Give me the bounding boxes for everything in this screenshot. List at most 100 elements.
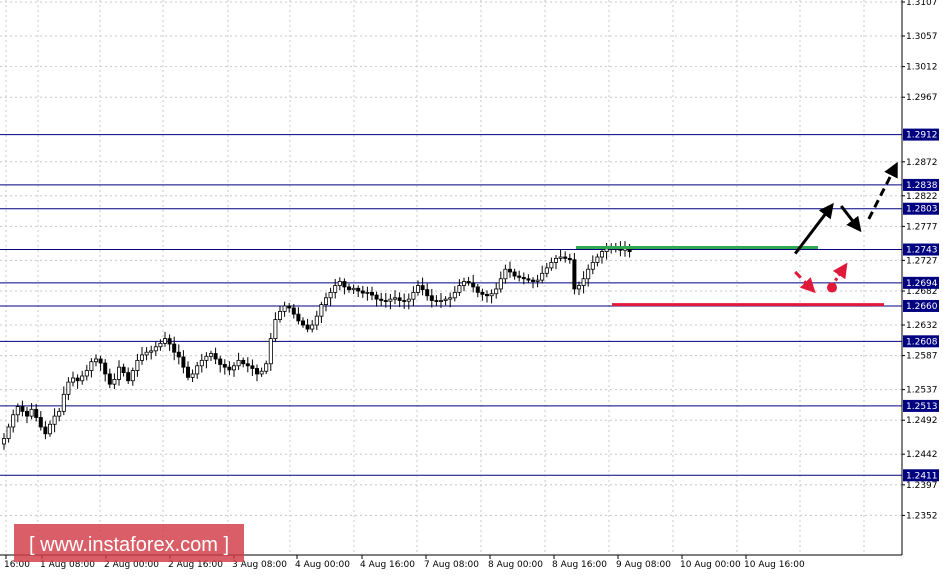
candle-body <box>149 350 154 353</box>
candle-body <box>190 373 195 378</box>
candle-body <box>2 438 7 445</box>
candle-body <box>494 288 499 295</box>
candle-body <box>185 366 190 378</box>
level-label: 1.2411 <box>906 471 938 481</box>
time-tick-label: 10 Aug 00:00 <box>680 560 741 570</box>
candle-body <box>457 285 462 293</box>
candle-body <box>84 370 89 377</box>
candle-body <box>126 372 131 382</box>
candle-body <box>356 287 361 292</box>
candle-body <box>507 268 512 273</box>
candle-body <box>489 293 494 297</box>
price-tick-label: 1.2822 <box>906 192 938 202</box>
candle-body <box>415 285 420 293</box>
watermark-text: [ www.instaforex.com ] <box>29 534 229 556</box>
candle-body <box>43 426 48 435</box>
price-tick-label: 1.3012 <box>906 63 938 73</box>
price-tick-label: 1.3107 <box>906 0 938 8</box>
level-label: 1.2838 <box>906 181 938 191</box>
time-tick-label: 9 Aug 08:00 <box>616 560 671 570</box>
candle-body <box>503 268 508 280</box>
candle-body <box>117 366 122 380</box>
candle-body <box>38 417 43 428</box>
candle-body <box>296 313 301 322</box>
candle-body <box>75 377 80 382</box>
level-label: 1.2694 <box>906 279 938 289</box>
price-chart: 1.3107 1.3057 1.3012 1.2967 1.2872 1.2822 1.27… <box>0 0 943 575</box>
time-tick-label: 4 Aug 16:00 <box>360 560 415 570</box>
price-tick-label: 1.2492 <box>906 416 938 426</box>
candle-body <box>554 257 559 263</box>
candle-body <box>20 406 25 412</box>
candle-body <box>241 359 246 365</box>
candle-body <box>420 285 425 291</box>
price-tick-label: 1.3057 <box>906 32 938 42</box>
candle-body <box>181 356 186 368</box>
candle-body <box>406 298 411 302</box>
candle-body <box>250 365 255 369</box>
candle-body <box>535 279 540 282</box>
candle-body <box>11 414 16 428</box>
price-tick-label: 1.2727 <box>906 256 938 266</box>
candle-body <box>199 359 204 367</box>
candle-body <box>259 370 264 375</box>
candle-body <box>268 338 273 365</box>
candle-body <box>351 287 356 291</box>
candle-body <box>563 256 568 259</box>
candle-body <box>480 291 485 295</box>
candle-body <box>34 408 39 418</box>
candle-body <box>282 305 287 312</box>
candle-body <box>231 365 236 371</box>
price-tick-label: 1.2777 <box>906 222 938 232</box>
candle-body <box>323 297 328 305</box>
candle-body <box>544 267 549 274</box>
candle-body <box>498 278 503 290</box>
candle-body <box>365 291 370 294</box>
level-label: 1.2912 <box>906 131 938 141</box>
candle-body <box>139 354 144 361</box>
candle-body <box>572 259 577 290</box>
price-tick-label: 1.2632 <box>906 321 938 331</box>
candle-body <box>158 342 163 348</box>
candle-body <box>392 297 397 300</box>
candle-body <box>434 300 439 302</box>
candle-body <box>590 262 595 270</box>
candle-body <box>264 363 269 372</box>
price-tick-label: 1.2442 <box>906 450 938 460</box>
candle-body <box>94 358 99 363</box>
candle-body <box>245 363 250 367</box>
time-tick-label: 4 Aug 00:00 <box>295 560 350 570</box>
price-tick-label: 1.2397 <box>906 481 938 491</box>
candle-body <box>512 271 517 277</box>
candle-body <box>600 251 605 258</box>
candle-body <box>172 343 177 353</box>
candle-body <box>222 364 227 368</box>
candle-body <box>461 281 466 286</box>
price-tick-label: 1.2587 <box>906 352 938 362</box>
candle-body <box>310 324 315 330</box>
candle-body <box>379 298 384 301</box>
price-tick-label: 1.2352 <box>906 511 938 521</box>
candle-body <box>581 278 586 286</box>
candle-body <box>227 366 232 371</box>
candle-body <box>300 320 305 326</box>
price-tick-label: 1.2967 <box>906 93 938 103</box>
candle-body <box>425 289 430 297</box>
candle-body <box>277 310 282 320</box>
candle-body <box>213 353 218 360</box>
candle-body <box>369 291 374 296</box>
level-label: 1.2513 <box>906 402 938 412</box>
time-tick-label: 10 Aug 16:00 <box>744 560 805 570</box>
candle-body <box>388 298 393 302</box>
level-label: 1.2660 <box>906 302 938 312</box>
candle-body <box>254 368 259 375</box>
candle-body <box>452 291 457 299</box>
candle-body <box>135 359 140 371</box>
candle-body <box>314 315 319 326</box>
level-label: 1.2743 <box>906 246 938 256</box>
candle-body <box>567 257 572 261</box>
candle-body <box>52 415 57 425</box>
forecast-dot <box>827 282 837 293</box>
candle-body <box>162 338 167 344</box>
candle-body <box>374 294 379 300</box>
